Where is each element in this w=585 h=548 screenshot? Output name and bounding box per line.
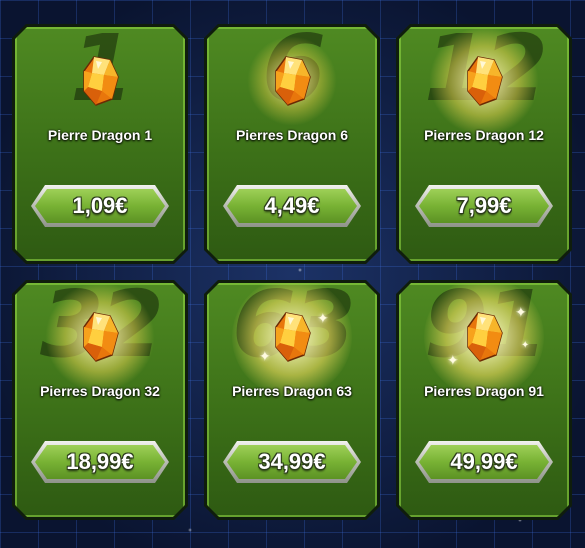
background-quantity-number: 32 [39,283,161,378]
buy-button-face [227,189,357,223]
background-quantity-number: 12 [423,27,545,122]
card-panel: 32 Pierres Dragon 32 18,99€ [15,283,185,517]
sparkle-icon: ✦ [521,340,530,351]
card-panel: 91 ✦ ✦ ✦ Pierres Dragon 91 49,99€ [399,283,569,517]
buy-button[interactable]: 7,99€ [415,185,553,227]
card-panel: 12 Pierres Dragon 12 7,99€ [399,27,569,261]
buy-button[interactable]: 4,49€ [223,185,361,227]
sparkle-icon: ✦ [447,352,459,368]
buy-button[interactable]: 1,09€ [31,185,169,227]
buy-button[interactable]: 34,99€ [223,441,361,483]
sparkle-icon: ✦ [259,348,271,364]
item-label: Pierres Dragon 12 [424,127,544,143]
card-panel: 1 Pierre Dragon 1 1,09€ [15,27,185,261]
glow-effect [424,283,544,397]
shop-item-dragon-stone-63[interactable]: 63 ✦ ✦ Pierres Dragon 63 34,99€ [204,280,380,520]
buy-button-face [419,445,549,479]
price-label: 18,99€ [66,449,134,474]
item-label: Pierre Dragon 1 [47,127,153,143]
item-label: Pierres Dragon 32 [40,383,160,399]
dragon-stone-icon [272,311,312,363]
shop-item-dragon-stone-32[interactable]: 32 Pierres Dragon 32 18,99€ [12,280,188,520]
sparkle-icon: ✦ [317,310,329,326]
sparkle-icon: ✦ [515,304,527,320]
dragon-stone-icon [464,55,504,107]
buy-button-face [35,445,165,479]
dragon-stone-icon [464,311,504,363]
glow-effect [45,283,155,392]
glow-effect [232,283,352,397]
background-quantity-number: 63 [231,283,353,378]
buy-button-face [227,445,357,479]
background-quantity-number: 6 [261,27,322,122]
price-label: 4,49€ [264,193,320,218]
shop-item-dragon-stone-6[interactable]: 6 Pierres Dragon 6 4,49€ [204,24,380,264]
item-label: Pierres Dragon 91 [424,383,544,399]
item-label: Pierres Dragon 63 [232,383,352,399]
shop-item-dragon-stone-12[interactable]: 12 Pierres Dragon 12 7,99€ [396,24,572,264]
background-quantity-number: 91 [423,283,545,378]
glow-effect [429,27,539,136]
price-label: 34,99€ [258,449,326,474]
item-label: Pierres Dragon 6 [235,127,349,143]
shop-item-dragon-stone-91[interactable]: 91 ✦ ✦ ✦ Pierres Dragon 91 49,99€ [396,280,572,520]
buy-button-face [419,189,549,223]
card-panel: 6 Pierres Dragon 6 4,49€ [207,27,377,261]
dragon-stone-icon [272,55,312,107]
shop-item-dragon-stone-1[interactable]: 1 Pierre Dragon 1 1,09€ [12,24,188,264]
price-label: 1,09€ [72,193,128,218]
buy-button[interactable]: 49,99€ [415,441,553,483]
glow-effect [247,36,337,126]
buy-button-face [35,189,165,223]
dragon-stone-icon [80,311,120,363]
buy-button[interactable]: 18,99€ [31,441,169,483]
price-label: 49,99€ [450,449,518,474]
background-quantity-number: 1 [69,27,130,122]
card-panel: 63 ✦ ✦ Pierres Dragon 63 34,99€ [207,283,377,517]
dragon-stone-icon [80,55,120,107]
price-label: 7,99€ [456,193,512,218]
